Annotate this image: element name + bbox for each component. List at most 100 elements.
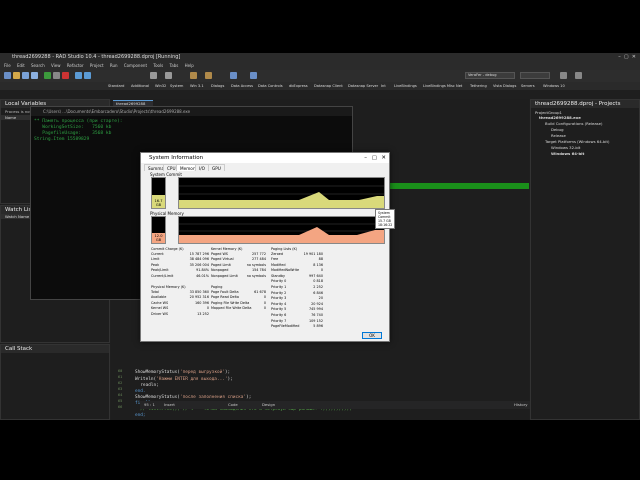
palette-tethering[interactable]: Tethering xyxy=(470,83,487,89)
maximize-icon[interactable]: ▢ xyxy=(372,153,377,163)
menu-tools[interactable]: Tools xyxy=(153,63,163,68)
help-icon[interactable] xyxy=(560,72,567,79)
cursor-position: 95 : 1 xyxy=(144,402,155,407)
stat-label: Driver WS xyxy=(151,311,169,316)
palette-standard[interactable]: Standard xyxy=(108,83,124,89)
run-icon[interactable] xyxy=(44,72,51,79)
commit-gauge-value: 16.7 GB xyxy=(154,199,163,207)
tree-item-win32[interactable]: Windows 32-bit xyxy=(551,145,580,150)
group-heading: Paging Lists (K) xyxy=(271,247,298,251)
palette-additional[interactable]: Additional xyxy=(131,83,149,89)
line-number: 60 xyxy=(118,369,123,373)
stat-row: Driver WS 13 252 xyxy=(151,312,209,318)
design-tab[interactable]: Design xyxy=(262,401,275,409)
palette-livebindings-misc[interactable]: LiveBindings Misc xyxy=(423,83,455,89)
menu-refactor[interactable]: Refactor xyxy=(67,63,84,68)
system-information-dialog: System Information – ▢ ✕ Summary CPU Mem… xyxy=(140,152,396,342)
palette-servers[interactable]: Servers xyxy=(521,83,535,89)
save-all-icon[interactable] xyxy=(31,72,38,79)
deploy-icon[interactable] xyxy=(230,72,237,79)
stop-icon[interactable] xyxy=(62,72,69,79)
palette-data-access[interactable]: Data Access xyxy=(231,83,253,89)
menu-component[interactable]: Component xyxy=(124,63,147,68)
group-heading: Kernel Memory (K) xyxy=(211,247,243,251)
palette-livebindings[interactable]: LiveBindings xyxy=(394,83,417,89)
open-icon[interactable] xyxy=(13,72,20,79)
ok-button[interactable]: OK xyxy=(362,332,382,339)
line-number: 66 xyxy=(118,405,123,409)
step-over-icon[interactable] xyxy=(75,72,82,79)
menu-edit[interactable]: Edit xyxy=(17,63,25,68)
tab-gpu[interactable]: GPU xyxy=(208,164,225,171)
paging-lists-group: Paging Lists (K) Zeroed 19 901 180 Free 88 M… xyxy=(271,247,323,330)
commit-history-graph xyxy=(178,177,385,209)
menu-view[interactable]: View xyxy=(51,63,61,68)
pause-icon[interactable] xyxy=(53,72,60,79)
console-line: String.Item 15589829 xyxy=(34,137,90,142)
stat-label: PageFileModified xyxy=(271,324,300,329)
palette-win31[interactable]: Win 3.1 xyxy=(190,83,204,89)
save-icon[interactable] xyxy=(22,72,29,79)
menu-run[interactable]: Run xyxy=(110,63,118,68)
palette-dbexpress[interactable]: dbExpress xyxy=(289,83,308,89)
line-number: 65 xyxy=(118,399,123,403)
stat-value: no symbols xyxy=(246,273,266,278)
stat-value: 13 252 xyxy=(197,311,209,316)
settings-icon[interactable] xyxy=(575,72,582,79)
trace-into-icon[interactable] xyxy=(84,72,91,79)
close-icon[interactable]: ✕ xyxy=(381,153,386,163)
search-box[interactable] xyxy=(520,72,550,79)
palette-datasnap-client[interactable]: Datasnap Client xyxy=(314,83,343,89)
palette-int[interactable]: Int xyxy=(381,83,386,89)
palette-net[interactable]: Net xyxy=(456,83,462,89)
code-line: readln; xyxy=(135,383,159,388)
palette-system[interactable]: System xyxy=(170,83,183,89)
code-line: ShowMemoryStatus('перед выгрузкой'); xyxy=(135,370,231,375)
window-controls[interactable]: – ▢ ✕ xyxy=(618,53,636,62)
history-tab[interactable]: History xyxy=(514,401,528,409)
menu-file[interactable]: File xyxy=(4,63,11,68)
group-heading: Physical Memory (K) xyxy=(151,285,186,289)
code-line: Writeln('Нажми ENTER для выхода...'); xyxy=(135,377,233,382)
form-icon[interactable] xyxy=(190,72,197,79)
layout-icon[interactable] xyxy=(150,72,157,79)
line-number: 62 xyxy=(118,381,123,385)
tree-item-target-platforms[interactable]: Target Platforms (Windows 64-bit) xyxy=(545,139,609,144)
stat-label: Nonpaged Limit xyxy=(211,273,238,278)
tab-io[interactable]: I/O xyxy=(195,164,209,171)
code-line: end; xyxy=(135,413,146,418)
menu-tabs[interactable]: Tabs xyxy=(169,63,178,68)
layout-select[interactable]: VeraFer - debug xyxy=(465,72,515,79)
menu-search[interactable]: Search xyxy=(31,63,45,68)
palette-windows10[interactable]: Windows 10 xyxy=(543,83,565,89)
palette-datasnap-server[interactable]: Datasnap Server xyxy=(348,83,378,89)
tree-item-win64[interactable]: Windows 64-bit xyxy=(551,151,584,156)
code-tab[interactable]: Code xyxy=(228,401,238,409)
unit-icon[interactable] xyxy=(205,72,212,79)
tree-item-release[interactable]: Release xyxy=(551,133,566,138)
menu-help[interactable]: Help xyxy=(185,63,194,68)
console-line: ** Память процесса (при старте): xyxy=(34,119,123,124)
physical-gauge: 12.0 GB xyxy=(151,216,166,244)
group-heading: Commit Charge (K) xyxy=(151,247,184,251)
palette-vista-dialogs[interactable]: Vista Dialogs xyxy=(493,83,516,89)
options-icon[interactable] xyxy=(250,72,257,79)
dialog-title-text: System Information xyxy=(149,155,204,161)
minimize-icon[interactable]: – xyxy=(364,153,367,163)
palette-win32[interactable]: Win32 xyxy=(155,83,166,89)
tree-item-debug[interactable]: Debug xyxy=(551,127,564,132)
code-line: end. xyxy=(135,389,146,394)
component-icon[interactable] xyxy=(165,72,172,79)
stat-value: 0 xyxy=(263,306,266,311)
tree-item-exe[interactable]: thread2699288.exe xyxy=(539,115,581,120)
stat-label: Mapped File Write Delta xyxy=(211,306,252,311)
project-manager-panel: thread2699288.dproj - Projects ProjectGr… xyxy=(530,99,640,420)
tree-item-build-config[interactable]: Build Configurations (Release) xyxy=(545,121,602,126)
palette-data-controls[interactable]: Data Controls xyxy=(258,83,283,89)
stat-row: Current/Limit 46.01% xyxy=(151,274,209,280)
stat-row: PageFileModified 5 896 xyxy=(271,324,323,330)
menu-project[interactable]: Project xyxy=(90,63,104,68)
new-icon[interactable] xyxy=(4,72,11,79)
palette-dialogs[interactable]: Dialogs xyxy=(211,83,224,89)
console-line: WorkingSetSize: 7560 kb xyxy=(34,125,112,130)
